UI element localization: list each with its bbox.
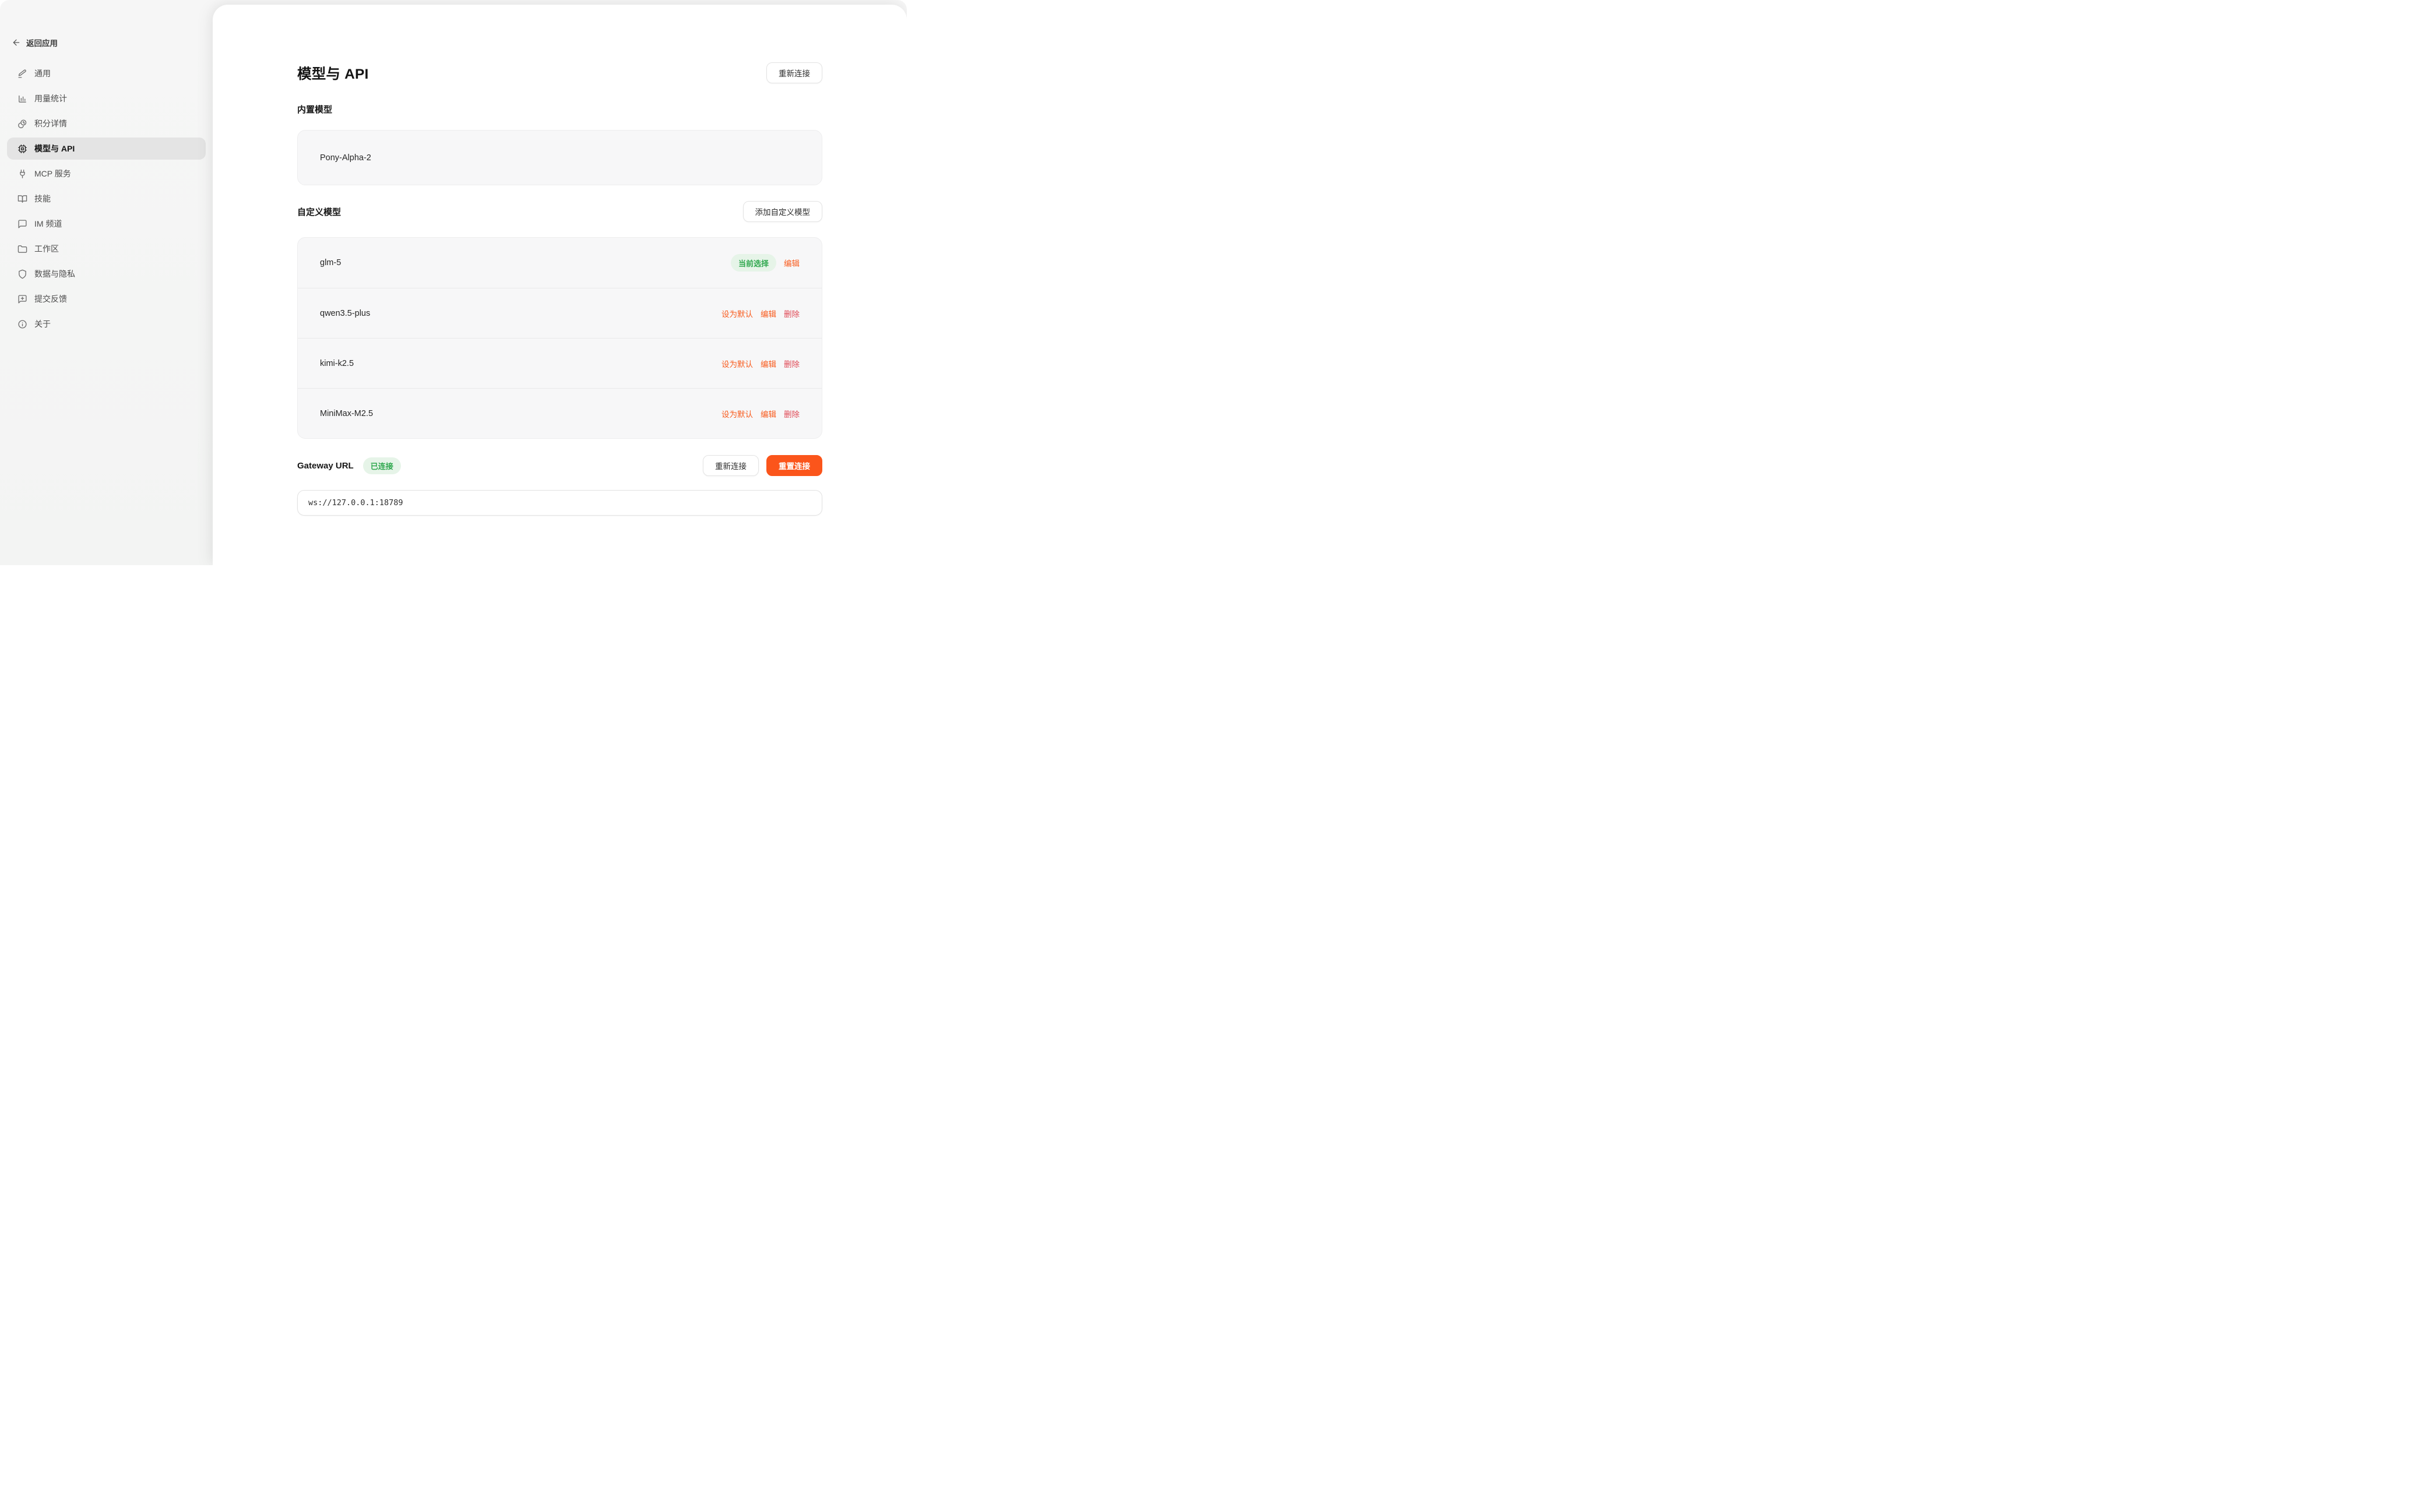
custom-model-row: kimi-k2.5 设为默认编辑删除 — [298, 338, 822, 388]
sidebar-item-credits[interactable]: 积分详情 — [7, 112, 206, 135]
set-default-action-link[interactable]: 设为默认 — [721, 358, 753, 369]
current-selection-badge: 当前选择 — [731, 254, 776, 272]
sidebar-item-label: 通用 — [34, 68, 51, 79]
sidebar-item-im-channels[interactable]: IM 频道 — [7, 213, 206, 235]
sidebar-item-general[interactable]: 通用 — [7, 62, 206, 84]
set-default-action-link[interactable]: 设为默认 — [721, 308, 753, 319]
message-square-plus-icon — [17, 294, 27, 304]
custom-models-panel: glm-5当前选择编辑qwen3.5-plus设为默认编辑删除kimi-k2.5… — [297, 237, 822, 439]
back-to-app-button[interactable]: 返回应用 — [7, 36, 206, 49]
sidebar-item-mcp-services[interactable]: MCP 服务 — [7, 163, 206, 185]
sidebar-item-label: 用量统计 — [34, 93, 67, 104]
back-to-app-label: 返回应用 — [26, 37, 58, 48]
info-icon — [17, 319, 27, 329]
sidebar-nav: 通用用量统计积分详情模型与 API MCP 服务技能 IM 频道工作区数据与隐私提交… — [7, 62, 206, 335]
message-square-icon — [17, 219, 27, 229]
model-row-actions: 设为默认编辑删除 — [721, 408, 800, 420]
edit-action-link[interactable]: 编辑 — [761, 308, 776, 319]
builtin-model-name: Pony-Alpha-2 — [298, 153, 371, 163]
gateway-url-input[interactable] — [297, 490, 822, 516]
sidebar-item-label: 工作区 — [34, 243, 59, 255]
sidebar-item-skills[interactable]: 技能 — [7, 188, 206, 210]
pencil-icon — [17, 69, 27, 79]
custom-models-heading: 自定义模型 — [297, 206, 341, 218]
sidebar-item-models-api[interactable]: 模型与 API — [7, 138, 206, 160]
edit-action-link[interactable]: 编辑 — [784, 257, 800, 269]
plug-icon — [17, 169, 27, 179]
add-custom-model-button[interactable]: 添加自定义模型 — [743, 201, 823, 222]
custom-model-row: glm-5 当前选择编辑 — [298, 238, 822, 288]
custom-model-row: MiniMax-M2.5 设为默认编辑删除 — [298, 388, 822, 438]
sidebar-item-data-privacy[interactable]: 数据与隐私 — [7, 263, 206, 285]
custom-model-name: glm-5 — [320, 258, 341, 267]
sidebar-item-label: IM 频道 — [34, 218, 62, 230]
edit-action-link[interactable]: 编辑 — [761, 358, 776, 369]
sidebar: 返回应用 通用用量统计积分详情模型与 API MCP 服务技能 IM 频道工作区数据… — [0, 0, 213, 565]
edit-action-link[interactable]: 编辑 — [761, 408, 776, 420]
sidebar-item-label: 提交反馈 — [34, 293, 67, 305]
gateway-url-label: Gateway URL — [297, 461, 354, 471]
book-open-icon — [17, 194, 27, 204]
model-row-actions: 当前选择编辑 — [731, 254, 800, 272]
custom-model-row: qwen3.5-plus 设为默认编辑删除 — [298, 288, 822, 338]
model-row-actions: 设为默认编辑删除 — [721, 358, 800, 369]
sidebar-item-label: MCP 服务 — [34, 168, 71, 179]
arrow-left-icon — [12, 38, 21, 47]
builtin-models-panel: Pony-Alpha-2 — [297, 130, 822, 185]
sidebar-item-label: 积分详情 — [34, 118, 67, 129]
bar-chart-icon — [17, 94, 27, 104]
sidebar-item-label: 数据与隐私 — [34, 268, 75, 280]
gateway-reconnect-button[interactable]: 重新连接 — [703, 455, 759, 476]
set-default-action-link[interactable]: 设为默认 — [721, 408, 753, 420]
custom-model-name: MiniMax-M2.5 — [320, 409, 373, 418]
page-title: 模型与 API — [297, 63, 369, 83]
sidebar-item-usage-stats[interactable]: 用量统计 — [7, 87, 206, 110]
shield-icon — [17, 269, 27, 279]
connected-status-badge: 已连接 — [363, 457, 401, 474]
sidebar-item-label: 关于 — [34, 318, 51, 330]
model-row-actions: 设为默认编辑删除 — [721, 308, 800, 319]
settings-window: 返回应用 通用用量统计积分详情模型与 APIMCP 服务技能IM 频道工作区数据… — [0, 0, 907, 565]
cpu-icon — [17, 144, 27, 154]
custom-model-name: qwen3.5-plus — [320, 309, 370, 318]
sidebar-item-feedback[interactable]: 提交反馈 — [7, 288, 206, 310]
main-panel: 模型与 API 重新连接 内置模型 Pony-Alpha-2 自定义模型 添加自… — [213, 5, 907, 565]
delete-action-link[interactable]: 删除 — [784, 358, 800, 369]
custom-model-name: kimi-k2.5 — [320, 359, 354, 368]
gateway-reset-button[interactable]: 重置连接 — [766, 455, 822, 476]
sidebar-item-about[interactable]: 关于 — [7, 313, 206, 335]
builtin-models-heading: 内置模型 — [297, 103, 822, 115]
delete-action-link[interactable]: 删除 — [784, 408, 800, 420]
sidebar-item-label: 模型与 API — [34, 143, 75, 154]
delete-action-link[interactable]: 删除 — [784, 308, 800, 319]
coins-icon — [17, 119, 27, 129]
reconnect-button[interactable]: 重新连接 — [766, 62, 822, 83]
sidebar-item-workspace[interactable]: 工作区 — [7, 238, 206, 260]
sidebar-item-label: 技能 — [34, 193, 51, 205]
folder-icon — [17, 244, 27, 254]
